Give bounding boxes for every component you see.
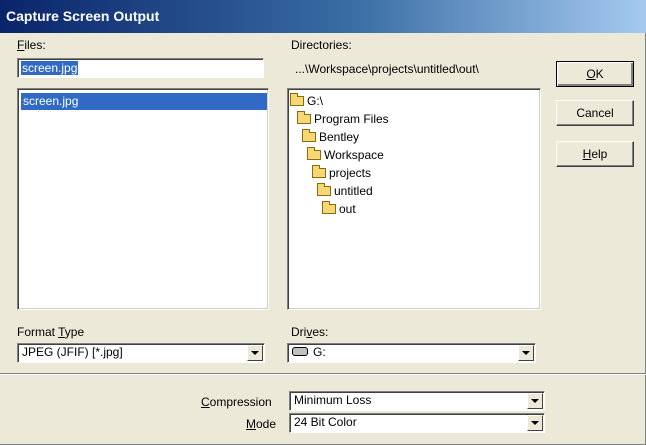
chevron-down-icon[interactable] [527, 393, 543, 409]
help-button[interactable]: Help [556, 141, 634, 167]
capture-screen-output-dialog: Capture Screen Output Files: screen.jpg … [0, 0, 646, 445]
chevron-down-icon[interactable] [527, 415, 543, 431]
cancel-button[interactable]: Cancel [556, 100, 634, 126]
tree-item-bentley[interactable]: Bentley [302, 128, 359, 146]
tree-item-out[interactable]: out [322, 200, 356, 218]
folder-open-icon [307, 146, 321, 160]
format-type-label: Format Type [17, 325, 85, 339]
drives-label: Drives: [291, 325, 329, 339]
current-directory-path: ...\Workspace\projects\untitled\out\ [295, 62, 479, 76]
folder-open-icon [302, 128, 316, 142]
folder-open-icon [317, 182, 331, 196]
tree-item-workspace[interactable]: Workspace [307, 146, 384, 164]
chevron-down-icon[interactable] [247, 345, 263, 361]
drive-icon [292, 347, 308, 357]
ok-button[interactable]: OK [556, 61, 634, 87]
tree-item-projects[interactable]: projects [312, 164, 371, 182]
chevron-down-icon[interactable] [518, 345, 534, 361]
title-bar[interactable]: Capture Screen Output [0, 0, 646, 33]
file-name-input[interactable]: screen.jpg [17, 58, 264, 78]
compression-select[interactable]: Minimum Loss [289, 391, 545, 411]
folder-open-icon [312, 164, 326, 178]
section-divider [0, 373, 646, 375]
tree-item-program-files[interactable]: Program Files [297, 110, 389, 128]
tree-item-untitled[interactable]: untitled [317, 182, 373, 200]
tree-item-g-root[interactable]: G:\ [290, 92, 323, 110]
files-list[interactable]: screen.jpg [17, 88, 269, 310]
mode-label: Mode [246, 417, 277, 431]
window-title: Capture Screen Output [6, 8, 160, 24]
format-type-select[interactable]: JPEG (JFIF) [*.jpg] [17, 343, 265, 363]
folder-open-icon [290, 92, 304, 106]
directories-tree[interactable]: G:\ Program Files Bentley Workspace proj… [287, 88, 541, 310]
files-label: Files: [17, 38, 46, 52]
file-list-item[interactable]: screen.jpg [21, 93, 267, 110]
folder-open-icon [322, 200, 336, 214]
folder-open-icon [297, 110, 311, 124]
directories-label: Directories: [291, 38, 352, 52]
drives-select[interactable]: G: [287, 343, 536, 363]
compression-label: Compression [201, 395, 272, 409]
mode-select[interactable]: 24 Bit Color [289, 413, 545, 433]
